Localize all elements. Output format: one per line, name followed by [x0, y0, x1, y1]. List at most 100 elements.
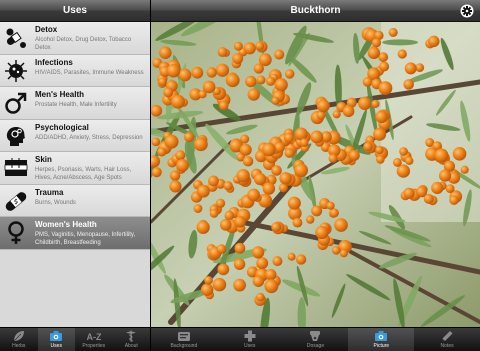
leaf-icon — [13, 331, 24, 342]
a-z-icon: A-Z — [87, 332, 101, 342]
berry — [428, 35, 440, 48]
berry — [283, 132, 294, 143]
berry — [310, 130, 324, 144]
virus-icon — [5, 59, 27, 82]
berry — [193, 137, 208, 152]
berry — [434, 148, 449, 163]
berry — [405, 156, 414, 165]
tab-notes[interactable]: Notes — [414, 328, 480, 351]
list-item-subtitle: ADD/ADHD, Anxiety, Stress, Depression — [35, 134, 143, 141]
list-item-infections[interactable]: Infections HIV/AIDS, Parasites, Immune W… — [0, 54, 150, 87]
tab-about[interactable]: About — [113, 328, 151, 351]
berry — [193, 204, 203, 213]
berry — [265, 268, 277, 281]
berry — [299, 138, 309, 148]
list-item-detox[interactable]: Detox Alcohol Detox, Drug Detox, Tobacco… — [0, 22, 150, 55]
berry — [176, 158, 189, 172]
berry — [239, 143, 252, 156]
berry — [449, 195, 459, 205]
berry — [219, 219, 232, 231]
berry — [326, 201, 335, 210]
berry — [363, 141, 373, 152]
uses-panel-title: Uses — [0, 0, 150, 22]
berry — [157, 147, 167, 157]
pills-icon — [6, 28, 26, 48]
berry — [311, 205, 323, 217]
list-item-mens-health[interactable]: Men's Health Prostate Health, Male Infer… — [0, 87, 150, 120]
list-item-trauma[interactable]: Trauma Burns, Wounds — [0, 184, 150, 217]
tab-herbs[interactable]: Herbs — [0, 328, 38, 351]
berry — [202, 80, 216, 94]
berry — [158, 77, 167, 86]
list-item-skin[interactable]: Skin Herpes, Psoriasis, Warts, Hair Loss… — [0, 152, 150, 185]
berry — [371, 38, 382, 48]
gear-icon[interactable] — [460, 4, 474, 18]
berry — [375, 110, 388, 124]
berry — [272, 256, 283, 267]
berry — [306, 215, 315, 224]
berry — [215, 63, 230, 77]
berry — [271, 222, 282, 233]
berry — [376, 155, 385, 164]
berry — [196, 184, 210, 198]
tab-uses[interactable]: Uses — [37, 328, 75, 351]
berry — [196, 220, 210, 234]
skin-icon — [4, 158, 28, 176]
berry — [242, 156, 254, 167]
berry — [403, 187, 415, 199]
berry — [284, 148, 295, 158]
berry — [379, 61, 390, 72]
tab-uses-detail[interactable]: Uses — [217, 328, 283, 351]
berry — [232, 53, 244, 65]
berry — [358, 96, 372, 110]
berry — [373, 127, 387, 141]
berry — [284, 69, 295, 79]
tab-properties[interactable]: A-Z Properties — [75, 328, 113, 351]
head-gears-icon — [6, 126, 26, 146]
berry — [316, 99, 330, 113]
list-item-psychological[interactable]: Psychological ADD/ADHD, Anxiety, Stress,… — [0, 119, 150, 152]
card-icon — [177, 332, 190, 341]
berry — [256, 75, 266, 85]
berry — [332, 110, 341, 119]
berry — [243, 42, 256, 55]
tab-label: About — [124, 343, 138, 349]
uses-panel: Uses Detox Alcohol Detox, Drug Detox, To… — [0, 0, 150, 351]
berry — [216, 244, 227, 254]
berry — [339, 249, 348, 258]
list-item-subtitle: Herpes, Psoriasis, Warts, Hair Loss, Hiv… — [35, 167, 132, 181]
berry — [208, 175, 219, 187]
berry — [166, 63, 181, 78]
berry — [403, 79, 414, 90]
list-item-title: Skin — [35, 155, 52, 164]
camera-icon — [375, 331, 388, 341]
berry — [378, 81, 393, 96]
berry — [294, 163, 309, 178]
tab-label: Uses — [50, 343, 62, 349]
berry — [274, 78, 288, 92]
berry — [251, 246, 265, 259]
tab-background[interactable]: Background — [151, 328, 217, 351]
berry — [164, 134, 179, 149]
tab-dosage[interactable]: Dosage — [283, 328, 349, 351]
berry — [271, 96, 280, 105]
berry — [247, 88, 260, 101]
tab-label: Background — [170, 343, 198, 349]
tab-picture[interactable]: Picture — [348, 328, 415, 351]
tab-label: Uses — [243, 343, 256, 349]
berry — [191, 66, 204, 79]
bandage-icon — [5, 191, 27, 211]
berry — [255, 41, 265, 51]
berry — [212, 277, 227, 292]
berry — [163, 87, 174, 98]
berry — [159, 46, 172, 60]
berry — [279, 172, 292, 185]
list-item-womens-health[interactable]: Women's Health PMS, Vaginitis, Menopause… — [0, 217, 150, 250]
berry — [287, 252, 296, 261]
list-item-title: Women's Health — [35, 220, 97, 229]
buckthorn-photo[interactable] — [151, 22, 480, 327]
berry — [234, 242, 246, 254]
berry — [292, 217, 303, 228]
male-symbol-icon — [5, 92, 27, 114]
svg-text:A-Z: A-Z — [87, 332, 101, 342]
